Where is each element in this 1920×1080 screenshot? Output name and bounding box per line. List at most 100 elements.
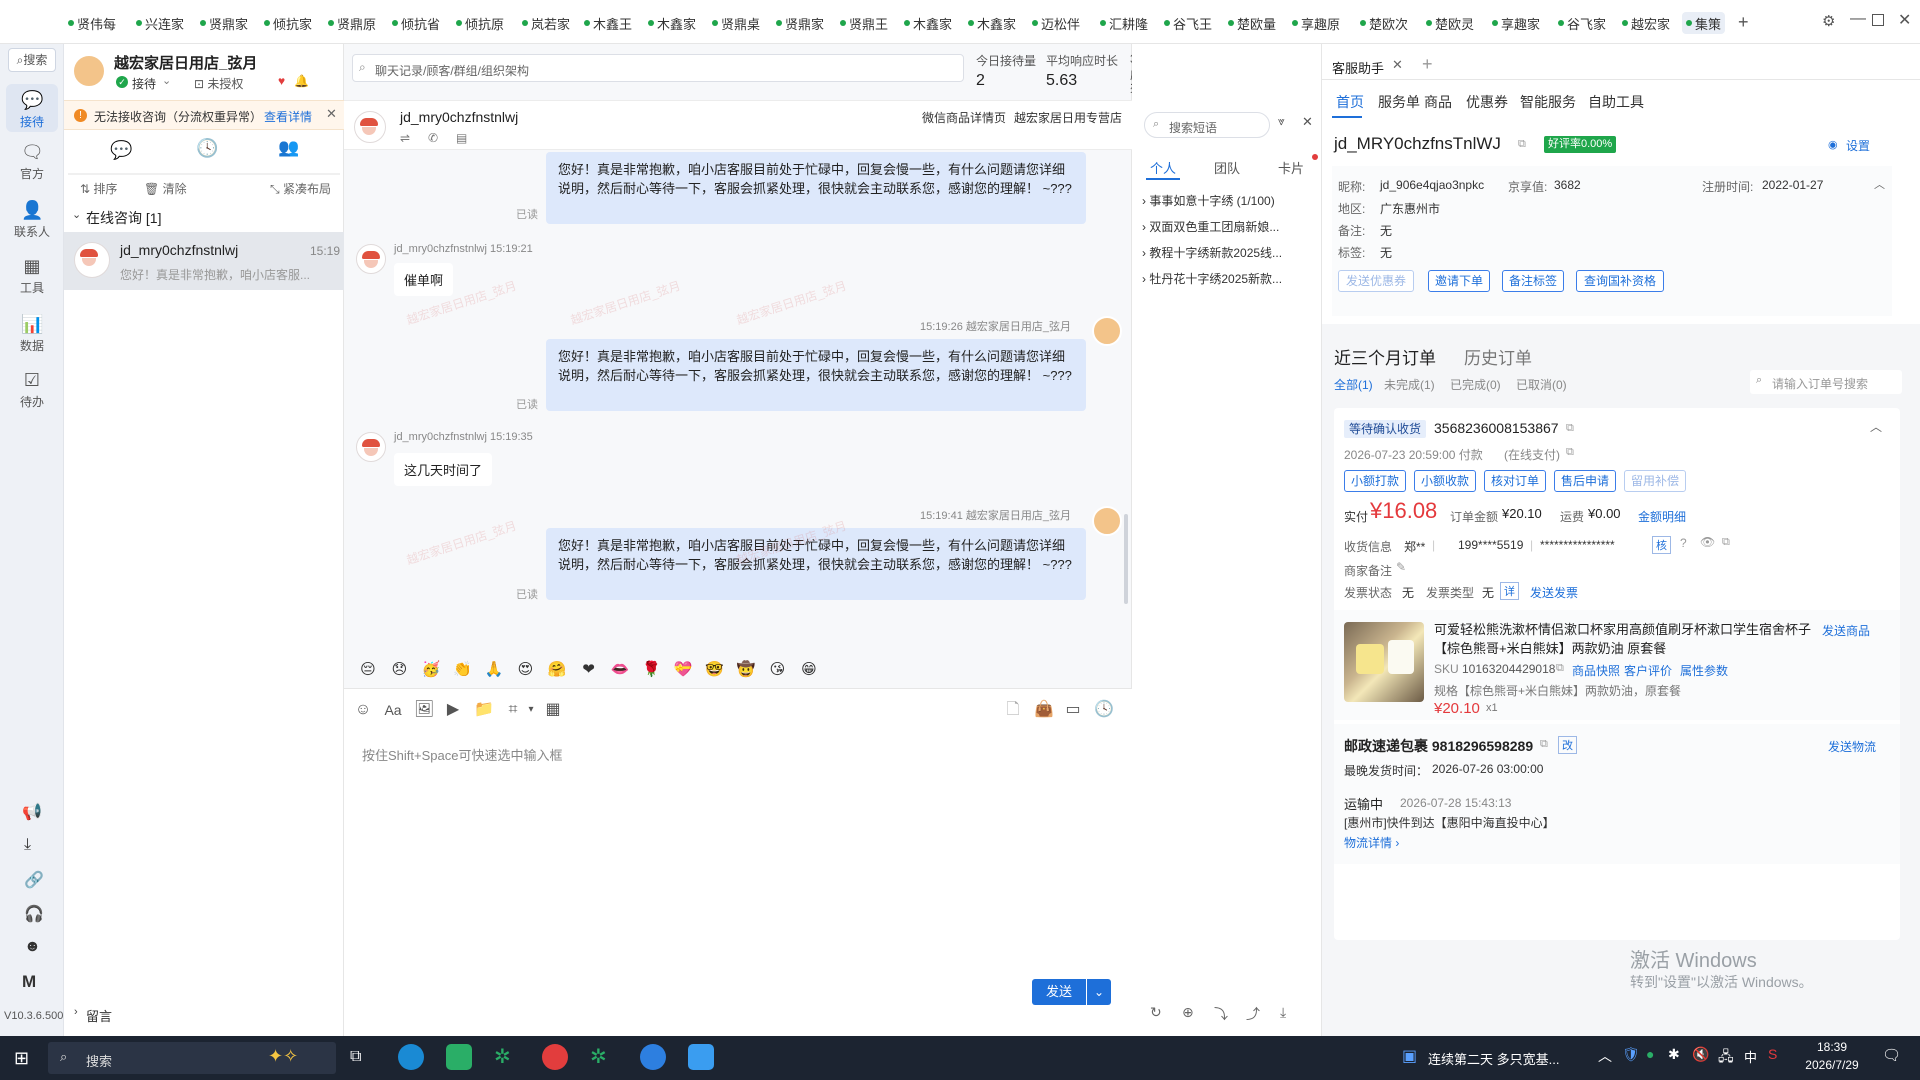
edit-pencil-icon[interactable]: ✎ xyxy=(1396,560,1406,574)
small-payment-button[interactable]: 小额打款 xyxy=(1344,470,1406,492)
order-filter[interactable]: 已取消(0) xyxy=(1516,376,1567,393)
send-invoice-link[interactable]: 发送发票 xyxy=(1530,584,1578,601)
megaphone-icon[interactable]: 📢 xyxy=(22,802,42,822)
taskbar-news[interactable]: 连续第二天 多只宽基... xyxy=(1428,1049,1559,1068)
windows-start-icon[interactable]: ⊞ xyxy=(14,1048,29,1069)
minimize-icon[interactable]: — xyxy=(1850,10,1866,28)
shop-tab[interactable]: 楚欧次 xyxy=(1360,12,1408,34)
chat-scrollbar[interactable] xyxy=(1124,514,1128,604)
shop-tab[interactable]: 贤鼎原 xyxy=(328,12,376,34)
shop-tab[interactable]: 贤鼎桌 xyxy=(712,12,760,34)
download-icon[interactable]: ⤓ xyxy=(24,836,31,854)
nav-item-official[interactable]: 🗨 官方 xyxy=(6,142,58,182)
ime-indicator[interactable]: 中 xyxy=(1744,1047,1757,1066)
tab-card[interactable]: 卡片 xyxy=(1278,158,1304,177)
phone-icon[interactable]: ✆ xyxy=(428,131,438,145)
emoji-icon[interactable]: 🤠 xyxy=(736,660,756,680)
chevron-up-icon[interactable]: ︿ xyxy=(1598,1046,1612,1066)
phrase-item[interactable]: › 教程十字绣新款2025线... xyxy=(1142,244,1282,261)
assistant-nav-item[interactable]: 商品 xyxy=(1424,92,1452,112)
shop-tab[interactable]: 楚欧量 xyxy=(1228,12,1276,34)
attributes-link[interactable]: 属性参数 xyxy=(1680,662,1728,679)
edge-icon[interactable] xyxy=(398,1044,424,1070)
font-icon[interactable]: Aa xyxy=(384,701,402,719)
shop-tab[interactable]: 木鑫家 xyxy=(648,12,696,34)
order-search-input[interactable]: ⌕ 请输入订单号搜索 xyxy=(1750,370,1902,394)
radio-icon[interactable]: ◉ xyxy=(1828,138,1838,151)
session-group-header[interactable]: ⌄ 在线咨询 [1] xyxy=(64,202,344,228)
assistant-nav-item[interactable]: 智能服务 xyxy=(1520,92,1576,112)
emoji-icon[interactable]: 🙏 xyxy=(484,660,504,680)
copy-icon[interactable]: ⧉ xyxy=(1518,138,1526,151)
document-icon[interactable]: 🗋 xyxy=(1004,701,1022,719)
help-icon[interactable]: ? xyxy=(1680,536,1687,550)
shop-tab[interactable]: 享趣原 xyxy=(1292,12,1340,34)
emoji-icon[interactable]: 😘 xyxy=(768,660,788,680)
shop-tab[interactable]: 木鑫家 xyxy=(904,12,952,34)
copy-icon[interactable]: ⧉ xyxy=(1540,738,1548,751)
chevron-up-icon[interactable]: ︿ xyxy=(1874,176,1885,192)
folder-icon[interactable]: 📁 xyxy=(474,701,494,719)
shop-avatar[interactable] xyxy=(72,54,106,88)
nav-item-contacts[interactable]: 👤 联系人 xyxy=(6,200,58,240)
bell-icon[interactable]: 🔔 xyxy=(294,74,309,88)
transfer-icon[interactable]: ⇌ xyxy=(400,131,410,145)
maximize-icon[interactable] xyxy=(1872,14,1884,26)
m-icon[interactable]: M xyxy=(22,972,36,992)
notice-link[interactable]: 查看详情 xyxy=(264,108,312,125)
nav-item-reception[interactable]: 💬 接待 xyxy=(6,84,58,132)
remark-tag-button[interactable]: 备注标签 xyxy=(1502,270,1564,292)
tab-recent-orders[interactable]: 近三个月订单 xyxy=(1334,344,1436,369)
image-icon[interactable]: 🖼 xyxy=(414,701,434,719)
shop-tab[interactable]: 楚欧灵 xyxy=(1426,12,1474,34)
app-star-icon[interactable]: ✲ xyxy=(494,1044,511,1069)
shop-tab[interactable]: 木鑫家 xyxy=(968,12,1016,34)
bag-icon[interactable]: 👜 xyxy=(1034,701,1054,719)
logistics-detail-link[interactable]: 物流详情 › xyxy=(1344,834,1399,851)
browser-compass-icon[interactable] xyxy=(640,1044,666,1070)
shop-tab[interactable]: 贤鼎家 xyxy=(776,12,824,34)
add-tab-icon[interactable]: + xyxy=(1422,54,1433,75)
add-circle-icon[interactable]: ⊕ xyxy=(1182,1004,1194,1021)
eye-icon[interactable]: 👁 xyxy=(1700,535,1715,549)
chevron-up-icon[interactable]: ︿ xyxy=(1870,418,1882,435)
wechat-icon[interactable] xyxy=(446,1044,472,1070)
after-sales-button[interactable]: 售后申请 xyxy=(1554,470,1616,492)
add-tab-icon[interactable]: + xyxy=(1738,12,1749,33)
task-view-icon[interactable]: ⧉ xyxy=(350,1048,361,1066)
order-filter[interactable]: 已完成(0) xyxy=(1450,376,1501,393)
emoji-icon[interactable]: 🤓 xyxy=(705,660,725,680)
check-subsidy-button[interactable]: 查询国补资格 xyxy=(1576,270,1664,292)
import-icon[interactable]: ⤵ xyxy=(1214,1004,1228,1024)
notice-close-icon[interactable]: ✕ xyxy=(326,106,337,122)
tab-personal[interactable]: 个人 xyxy=(1150,158,1176,177)
shop-tab[interactable]: 汇耕隆 xyxy=(1100,12,1148,34)
order-filter[interactable]: 未完成(1) xyxy=(1384,376,1435,393)
send-button[interactable]: 发送 xyxy=(1032,979,1086,1005)
small-collect-button[interactable]: 小额收款 xyxy=(1414,470,1476,492)
shop-tab[interactable]: 木鑫王 xyxy=(584,12,632,34)
compact-layout-button[interactable]: ⤡ 紧凑布局 xyxy=(270,180,331,197)
verify-order-button[interactable]: 核对订单 xyxy=(1484,470,1546,492)
chevron-down-icon[interactable]: ⌄ xyxy=(162,74,171,87)
shop-tab[interactable]: 倾抗原 xyxy=(456,12,504,34)
tab-team[interactable]: 团队 xyxy=(1214,158,1240,177)
settings-gear-icon[interactable]: ⚙ xyxy=(1822,12,1835,30)
history-clock-icon[interactable]: 🕓 xyxy=(196,138,218,159)
product-title[interactable]: 可爱轻松熊洗漱杯情侣漱口杯家用高颜值刷牙杯漱口学生宿舍杯子【棕色熊哥+米白熊妹】… xyxy=(1434,620,1818,658)
chat-list-tab-icon[interactable]: 💬 xyxy=(110,140,132,161)
sort-button[interactable]: ⇅ 排序 xyxy=(80,180,117,197)
shop-link[interactable]: 越宏家居日用专营店 xyxy=(1014,109,1122,126)
shop-tab[interactable]: 谷飞王 xyxy=(1164,12,1212,34)
session-item[interactable]: jd_mry0chzfnstnlwj 15:19 您好！真是非常抱歉，咱小店客服… xyxy=(64,232,344,290)
emoji-icon[interactable]: ☺ xyxy=(354,701,372,719)
emoji-icon[interactable]: 😍 xyxy=(516,660,536,680)
nav-item-tools[interactable]: ▦ 工具 xyxy=(6,256,58,296)
emoji-icon[interactable]: 👄 xyxy=(610,660,630,680)
shop-tab[interactable]: 迈松伴 xyxy=(1032,12,1080,34)
emoji-icon[interactable]: 😁 xyxy=(799,660,819,680)
edit-logistics-tag[interactable]: 改 xyxy=(1558,736,1577,754)
taskbar-search[interactable]: ⌕ 搜索 ✦✧ xyxy=(48,1042,336,1074)
group-users-icon[interactable]: 👥 xyxy=(278,138,299,158)
clear-button[interactable]: 🗑 清除 xyxy=(144,180,187,197)
